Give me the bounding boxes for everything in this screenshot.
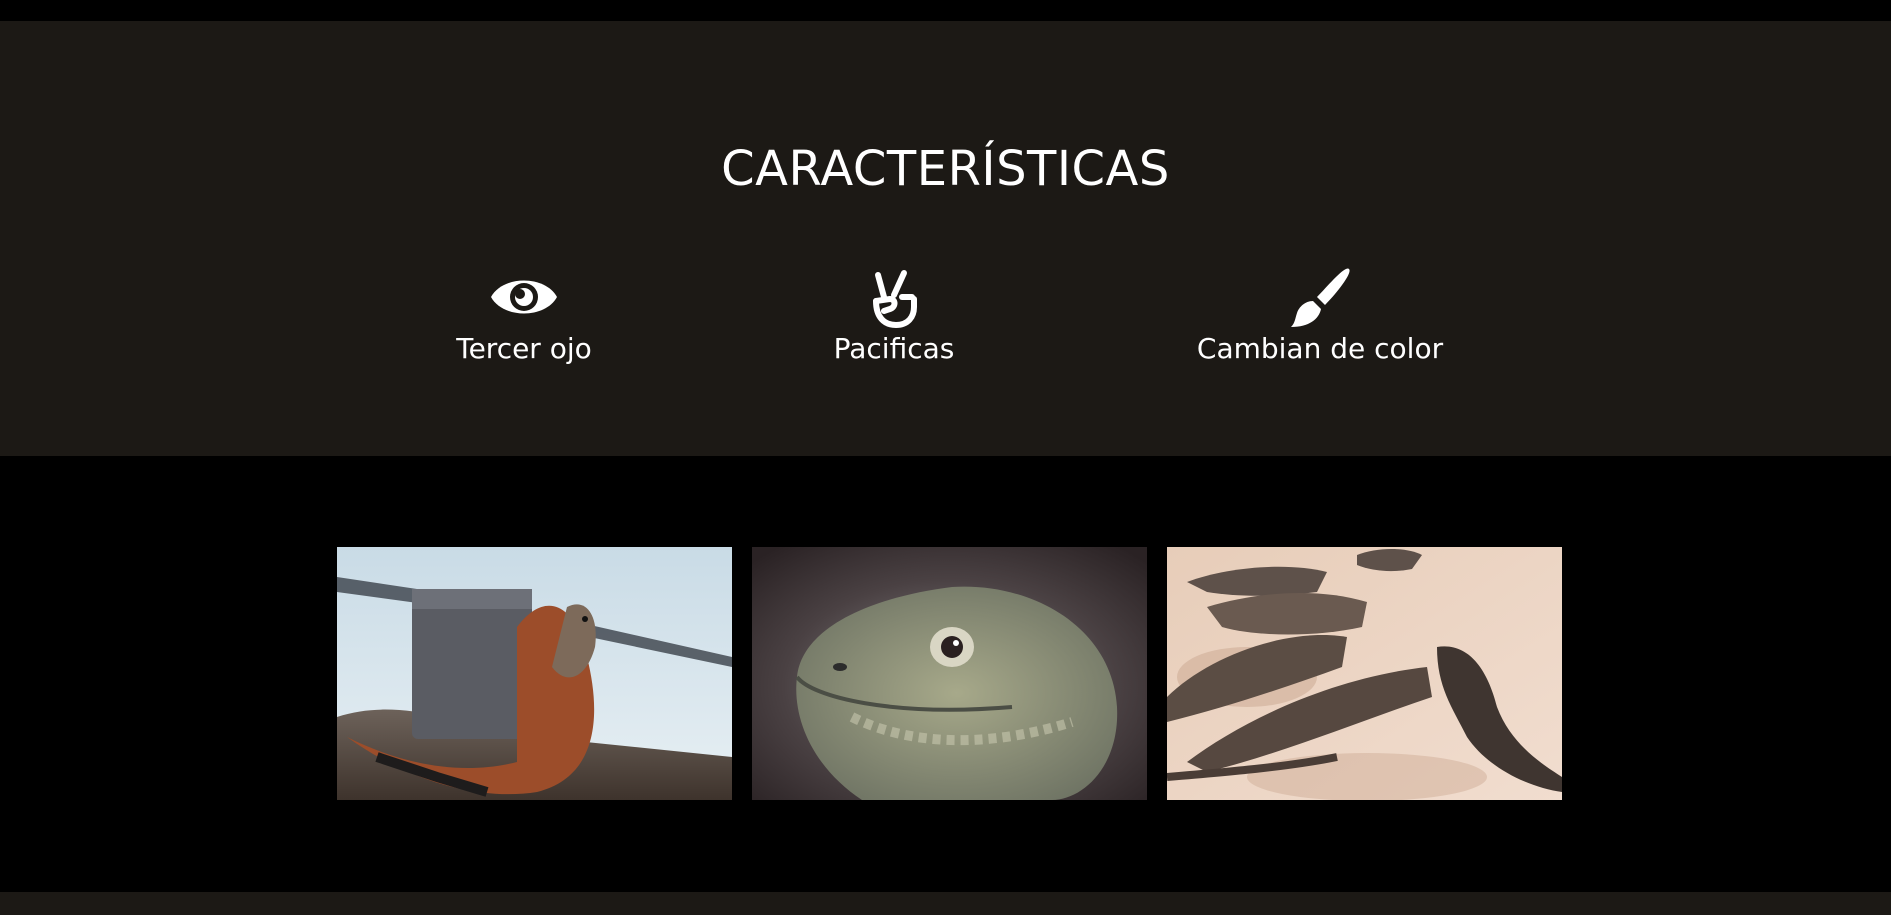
feature-color-change: Cambian de color [1150, 267, 1490, 367]
gallery-image-iguanas-sand [1167, 547, 1562, 800]
gallery-section [0, 456, 1891, 892]
eye-icon [354, 267, 694, 327]
feature-label: Pacificas [833, 332, 955, 365]
feature-peaceful: Pacificas [724, 267, 1064, 367]
feature-label: Cambian de color [1196, 332, 1444, 365]
feature-label: Tercer ojo [456, 332, 592, 365]
feature-third-eye: Tercer ojo [354, 267, 694, 367]
page: CARACTERÍSTICAS Tercer ojo Pacificas Cam… [0, 0, 1891, 915]
paint-brush-icon [1150, 267, 1490, 327]
peace-hand-icon [724, 267, 1064, 328]
gallery-image-iguana-water [337, 547, 732, 800]
features-section: CARACTERÍSTICAS Tercer ojo Pacificas Cam… [0, 21, 1891, 456]
section-title: CARACTERÍSTICAS [721, 141, 1170, 197]
gallery-image-iguana-head [752, 547, 1147, 800]
footer-strip [0, 892, 1891, 915]
